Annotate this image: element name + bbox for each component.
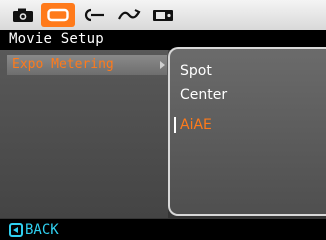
option-spot[interactable]: Spot [180, 63, 212, 79]
option-center[interactable]: Center [180, 87, 227, 103]
movie-icon [47, 8, 69, 22]
playback-icon [84, 8, 104, 22]
mode-bar [0, 0, 326, 30]
arrow-right-icon [160, 61, 165, 69]
submenu-panel: Spot Center AiAE [168, 47, 326, 216]
setup-icon [153, 10, 173, 21]
effect-icon [118, 9, 141, 20]
footer-bar: BACK [0, 219, 326, 240]
effect-mode-tab[interactable] [112, 3, 146, 27]
setup-mode-tab[interactable] [146, 3, 180, 27]
menu-item-expo-metering[interactable]: Expo Metering [7, 55, 167, 75]
page-title: Movie Setup [9, 31, 104, 47]
back-label: BACK [25, 221, 59, 238]
back-button[interactable]: BACK [9, 221, 59, 238]
back-key-icon [9, 222, 23, 237]
selection-cursor [174, 117, 176, 133]
option-aiae[interactable]: AiAE [180, 117, 212, 133]
playback-mode-tab[interactable] [77, 3, 111, 27]
menu-panel [0, 50, 168, 218]
menu-item-label: Expo Metering [12, 57, 114, 72]
camera-mode-tab[interactable] [6, 3, 40, 27]
movie-mode-tab[interactable] [41, 3, 75, 27]
camera-menu-screen: Movie Setup Expo Metering Spot Center Ai… [0, 0, 326, 240]
camera-icon [13, 8, 33, 22]
